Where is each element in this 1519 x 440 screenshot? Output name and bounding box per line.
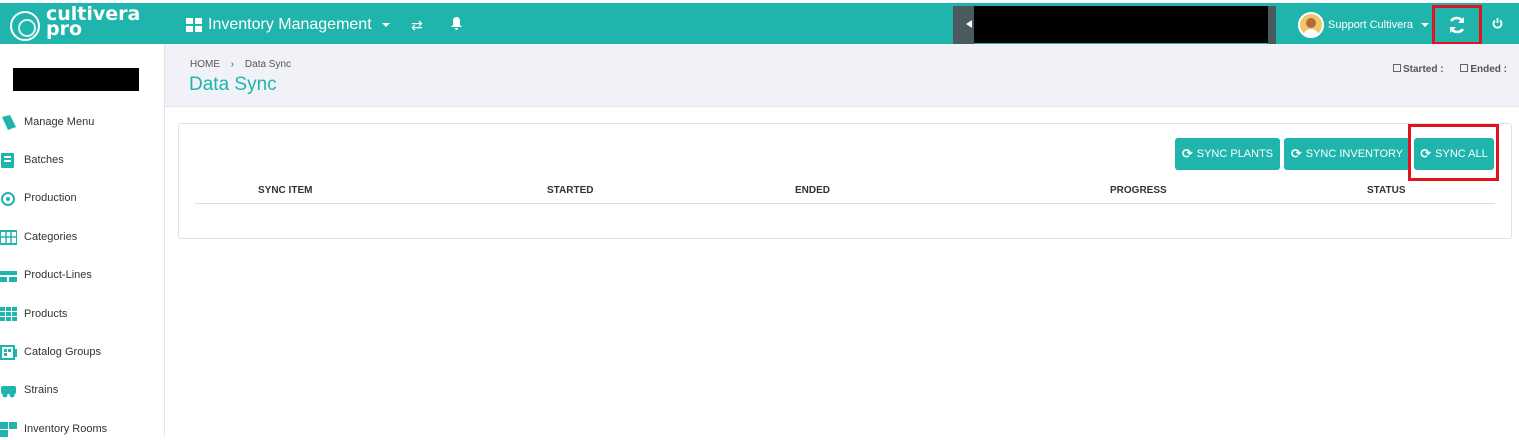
caret-down-icon (381, 23, 390, 27)
sidebar-item-label: Manage Menu (24, 116, 95, 128)
product-lines-icon (0, 268, 17, 283)
sync-icon (1449, 16, 1465, 34)
sidebar-item-label: Products (24, 308, 68, 320)
table-divider (195, 203, 1495, 204)
power-icon[interactable] (1492, 17, 1503, 32)
column-header-sync-item: SYNC ITEM (258, 185, 313, 196)
menu-book-icon (0, 114, 17, 130)
batches-icon (0, 152, 17, 168)
sync-plants-button[interactable]: ⟳ SYNC PLANTS (1175, 138, 1280, 170)
app-switcher-label: Inventory Management (208, 16, 372, 33)
highlight-frame (1408, 124, 1499, 181)
bell-icon[interactable] (451, 17, 462, 33)
redacted-edge-right (1268, 6, 1276, 44)
catalog-groups-icon (0, 344, 17, 360)
ended-time: Ended : (1460, 64, 1507, 75)
column-header-ended: ENDED (795, 185, 831, 196)
sidebar-item-production[interactable]: Production (0, 188, 77, 208)
redacted-area (974, 6, 1268, 43)
sidebar-item-label: Catalog Groups (24, 346, 102, 358)
products-icon (0, 306, 17, 322)
app-switcher-dropdown[interactable]: Inventory Management (186, 16, 390, 34)
arrow-left-icon (966, 20, 972, 28)
swap-icon[interactable]: ⇄ (411, 17, 423, 34)
calendar-icon (1460, 64, 1469, 72)
sync-inventory-button[interactable]: ⟳ SYNC INVENTORY (1284, 138, 1410, 170)
avatar (1298, 12, 1324, 38)
sidebar-item-products[interactable]: Products (0, 304, 67, 324)
breadcrumb-separator-icon: › (230, 59, 235, 70)
sync-button-topbar[interactable] (1432, 5, 1482, 45)
user-menu[interactable]: Support Cultivera (1298, 12, 1429, 38)
sidebar-item-catalog-groups[interactable]: Catalog Groups (0, 342, 101, 362)
strains-icon (0, 383, 17, 398)
sidebar-item-inventory-rooms[interactable]: Inventory Rooms (0, 419, 107, 439)
column-header-started: STARTED (547, 185, 594, 196)
top-navbar: cultivera pro Inventory Management ⇄ Sup… (0, 0, 1519, 45)
column-header-status: STATUS (1367, 185, 1406, 196)
logo-emblem-icon (10, 11, 40, 41)
production-icon (0, 191, 17, 206)
redacted-sidebar-block (13, 68, 139, 91)
caret-down-icon (1421, 23, 1429, 27)
sidebar-item-label: Inventory Rooms (24, 423, 108, 435)
user-name: Support Cultivera (1328, 19, 1413, 31)
sidebar-item-categories[interactable]: Categories (0, 227, 77, 247)
sidebar-item-batches[interactable]: Batches (0, 150, 64, 170)
sidebar: Manage Menu Batches Production Categorie… (0, 44, 165, 439)
sync-icon: ⟳ (1181, 146, 1193, 161)
calendar-icon (1392, 64, 1401, 72)
grid-icon (186, 18, 202, 32)
sidebar-item-label: Categories (24, 231, 78, 243)
breadcrumb-home[interactable]: HOME (190, 59, 220, 70)
sidebar-item-strains[interactable]: Strains (0, 380, 58, 400)
started-time: Started : (1392, 64, 1444, 75)
sync-icon: ⟳ (1290, 146, 1302, 161)
breadcrumb: HOME › Data Sync (190, 59, 291, 70)
page-header: HOME › Data Sync Data Sync Started : End… (165, 44, 1519, 107)
categories-icon (0, 229, 18, 245)
page-title: Data Sync (189, 74, 277, 95)
sidebar-item-label: Product-Lines (24, 269, 92, 281)
cultivera-logo[interactable]: cultivera pro (8, 5, 158, 43)
sidebar-item-product-lines[interactable]: Product-Lines (0, 265, 92, 285)
inventory-rooms-icon (0, 421, 17, 437)
sidebar-item-label: Strains (24, 384, 59, 396)
sidebar-item-label: Batches (24, 154, 64, 166)
breadcrumb-current: Data Sync (244, 59, 292, 70)
sync-times: Started : Ended : (1379, 64, 1507, 75)
sidebar-item-label: Production (24, 192, 77, 204)
column-header-progress: PROGRESS (1110, 185, 1167, 196)
sidebar-item-manage-menu[interactable]: Manage Menu (0, 112, 94, 132)
